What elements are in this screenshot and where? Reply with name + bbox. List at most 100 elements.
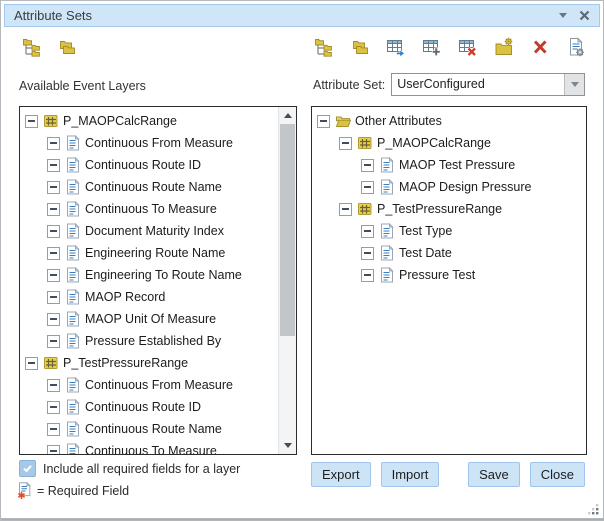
import-button[interactable]: Import [381, 462, 440, 487]
remove-table-icon[interactable] [457, 36, 479, 58]
open-set-folders-icon[interactable] [349, 36, 371, 58]
collapse-toggle[interactable] [47, 401, 60, 414]
event-layer-icon [43, 113, 59, 129]
tree-item-label: Test Date [399, 246, 452, 260]
new-attribute-set-tree-icon[interactable] [21, 36, 43, 58]
tree-item-label: Continuous From Measure [85, 378, 233, 392]
field-icon [65, 311, 81, 327]
open-folders-icon[interactable] [56, 36, 78, 58]
attribute-set-row: Attribute Set: UserConfigured [313, 73, 585, 96]
collapse-toggle[interactable] [47, 313, 60, 326]
collapse-toggle[interactable] [361, 269, 374, 282]
checkbox-checked-icon[interactable] [19, 460, 36, 477]
collapse-toggle[interactable] [25, 115, 38, 128]
include-required-fields-checkbox[interactable]: Include all required fields for a layer [19, 460, 240, 477]
tree-item[interactable]: MAOP Unit Of Measure [20, 308, 279, 330]
collapse-toggle[interactable] [47, 181, 60, 194]
available-layers-tree-panel: P_MAOPCalcRange Continuous From Measure Co… [19, 106, 297, 455]
tree-item-label: MAOP Record [85, 290, 165, 304]
field-icon [379, 223, 395, 239]
tree-item-label: P_MAOPCalcRange [63, 114, 177, 128]
field-icon [65, 443, 81, 454]
tree-item[interactable]: Test Type [312, 220, 586, 242]
tree-item[interactable]: Test Date [312, 242, 586, 264]
scroll-down-icon[interactable] [279, 438, 296, 453]
tree-item-label: Continuous Route Name [85, 422, 222, 436]
tree-item[interactable]: P_TestPressureRange [312, 198, 586, 220]
tree-item[interactable]: Continuous Route Name [20, 418, 279, 440]
tree-item[interactable]: MAOP Design Pressure [312, 176, 586, 198]
collapse-toggle[interactable] [47, 379, 60, 392]
collapse-toggle[interactable] [361, 225, 374, 238]
tree-item[interactable]: Pressure Test [312, 264, 586, 286]
collapse-toggle[interactable] [339, 203, 352, 216]
tree-item[interactable]: Continuous From Measure [20, 374, 279, 396]
tree-item[interactable]: MAOP Test Pressure [312, 154, 586, 176]
collapse-toggle[interactable] [339, 137, 352, 150]
tree-item[interactable]: MAOP Record [20, 286, 279, 308]
close-icon[interactable] [579, 10, 590, 21]
available-layers-tree: P_MAOPCalcRange Continuous From Measure Co… [20, 107, 279, 454]
export-table-icon[interactable] [385, 36, 407, 58]
tree-item-label: MAOP Design Pressure [399, 180, 531, 194]
collapse-toggle[interactable] [361, 159, 374, 172]
field-icon [65, 333, 81, 349]
attribute-sets-dialog: Attribute Sets Available Event Layers At… [0, 0, 604, 519]
collapse-toggle[interactable] [47, 269, 60, 282]
collapse-toggle[interactable] [361, 181, 374, 194]
collapse-toggle[interactable] [47, 159, 60, 172]
collapse-toggle[interactable] [47, 291, 60, 304]
tree-item-label: Engineering To Route Name [85, 268, 242, 282]
collapse-toggle[interactable] [47, 247, 60, 260]
tree-item[interactable]: Other Attributes [312, 110, 586, 132]
dropdown-value: UserConfigured [392, 74, 564, 95]
tree-item-label: MAOP Unit Of Measure [85, 312, 216, 326]
tree-item[interactable]: Continuous To Measure [20, 198, 279, 220]
close-button[interactable]: Close [530, 462, 585, 487]
save-button[interactable]: Save [468, 462, 520, 487]
tree-item[interactable]: Engineering To Route Name [20, 264, 279, 286]
tree-item[interactable]: Continuous From Measure [20, 132, 279, 154]
scrollbar-thumb[interactable] [280, 124, 295, 336]
collapse-toggle[interactable] [47, 203, 60, 216]
tree-item-label: Continuous Route ID [85, 400, 201, 414]
tree-item[interactable]: Engineering Route Name [20, 242, 279, 264]
resize-grip[interactable] [587, 502, 599, 514]
field-icon [65, 223, 81, 239]
vertical-scrollbar[interactable] [278, 107, 296, 454]
attribute-set-dropdown[interactable]: UserConfigured [391, 73, 585, 96]
export-button[interactable]: Export [311, 462, 371, 487]
event-layer-icon [357, 135, 373, 151]
collapse-toggle[interactable] [317, 115, 330, 128]
tree-item[interactable]: Document Maturity Index [20, 220, 279, 242]
tree-item[interactable]: P_MAOPCalcRange [312, 132, 586, 154]
collapse-toggle[interactable] [47, 137, 60, 150]
scroll-up-icon[interactable] [279, 108, 296, 123]
folder-settings-icon[interactable] [493, 36, 515, 58]
tree-item-label: MAOP Test Pressure [399, 158, 515, 172]
tree-item[interactable]: Continuous Route ID [20, 396, 279, 418]
dropdown-button[interactable] [564, 74, 584, 95]
window-menu-icon[interactable] [559, 13, 567, 18]
collapse-toggle[interactable] [47, 423, 60, 436]
collapse-toggle[interactable] [47, 225, 60, 238]
checkbox-label: Include all required fields for a layer [43, 462, 240, 476]
tree-item[interactable]: Pressure Established By [20, 330, 279, 352]
tree-item[interactable]: Continuous Route ID [20, 154, 279, 176]
add-to-set-tree-icon[interactable] [313, 36, 335, 58]
delete-icon[interactable] [529, 36, 551, 58]
tree-item-label: Continuous From Measure [85, 136, 233, 150]
tree-item[interactable]: Continuous To Measure [20, 440, 279, 454]
add-table-icon[interactable] [421, 36, 443, 58]
collapse-toggle[interactable] [47, 445, 60, 455]
collapse-toggle[interactable] [361, 247, 374, 260]
collapse-toggle[interactable] [25, 357, 38, 370]
tree-item-label: Pressure Test [399, 268, 475, 282]
document-settings-icon[interactable] [565, 36, 587, 58]
tree-item[interactable]: Continuous Route Name [20, 176, 279, 198]
field-icon [65, 135, 81, 151]
tree-item[interactable]: P_TestPressureRange [20, 352, 279, 374]
tree-item[interactable]: P_MAOPCalcRange [20, 110, 279, 132]
collapse-toggle[interactable] [47, 335, 60, 348]
attribute-set-tree: Other AttributesP_MAOPCalcRange MAOP Test… [312, 107, 586, 454]
